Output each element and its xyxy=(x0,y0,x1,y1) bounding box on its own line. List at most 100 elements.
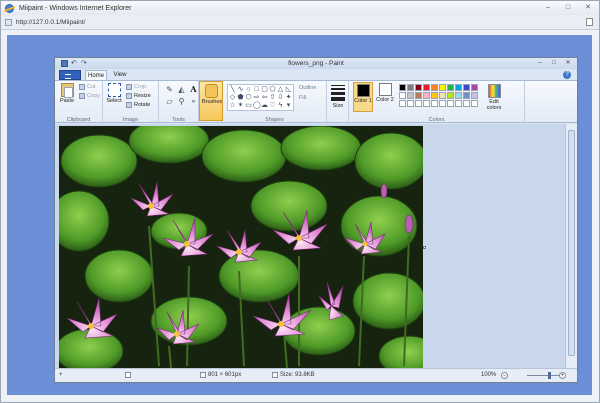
palette-swatch[interactable] xyxy=(455,92,462,99)
address-bar[interactable]: http://127.0.0.1/Miipaint/ xyxy=(1,15,599,30)
heart-shape-icon[interactable]: ♡ xyxy=(269,102,276,109)
cut-button[interactable]: Cut xyxy=(79,84,100,90)
left-arrow-shape-icon[interactable]: ⇦ xyxy=(261,94,268,101)
outline-button[interactable]: Outline xyxy=(299,85,316,91)
callout-oval-shape-icon[interactable]: ◯ xyxy=(253,102,261,109)
palette-swatch[interactable] xyxy=(471,84,478,91)
palette-swatch[interactable] xyxy=(447,100,454,107)
more-shapes-icon[interactable]: ▾ xyxy=(285,102,292,109)
line-shape-icon[interactable]: ╲ xyxy=(229,86,236,93)
tools-grid: ✎ ◭ A ▱ ⚲ ⚬ xyxy=(165,85,198,107)
palette-swatch[interactable] xyxy=(447,84,454,91)
star-four-shape-icon[interactable]: ✦ xyxy=(285,94,292,101)
paint-menu-button[interactable] xyxy=(59,70,81,80)
ie-logo-icon xyxy=(5,3,14,13)
palette-swatch[interactable] xyxy=(471,92,478,99)
triangle-shape-icon[interactable]: △ xyxy=(277,86,284,93)
palette-swatch[interactable] xyxy=(399,92,406,99)
palette-swatch[interactable] xyxy=(455,100,462,107)
lightning-shape-icon[interactable]: ϟ xyxy=(277,102,284,109)
palette-swatch[interactable] xyxy=(439,84,446,91)
star-six-shape-icon[interactable]: ✶ xyxy=(237,102,244,109)
brushes-button[interactable]: Brushes xyxy=(199,81,223,121)
palette-swatch[interactable] xyxy=(463,100,470,107)
palette-swatch[interactable] xyxy=(423,100,430,107)
palette-swatch[interactable] xyxy=(415,84,422,91)
color1-button[interactable]: Color 1 xyxy=(353,82,373,112)
close-button[interactable]: ✕ xyxy=(581,3,595,12)
callout-rect-shape-icon[interactable]: ▭ xyxy=(245,102,252,109)
fill-button[interactable]: Fill xyxy=(299,95,316,101)
canvas-area[interactable] xyxy=(55,124,565,371)
colors-group: Color 1 Color 2 Edit colors Colors xyxy=(349,81,525,124)
rectangle-shape-icon[interactable]: □ xyxy=(253,86,260,93)
palette-swatch[interactable] xyxy=(439,100,446,107)
paint-minimize-button[interactable]: – xyxy=(535,59,545,67)
page-icon[interactable] xyxy=(586,18,593,26)
edit-colors-button[interactable]: Edit colors xyxy=(483,84,505,111)
address-url[interactable]: http://127.0.0.1/Miipaint/ xyxy=(16,19,85,26)
canvas-resize-handle-right[interactable] xyxy=(423,246,426,249)
help-icon[interactable]: ? xyxy=(563,71,571,79)
hexagon-shape-icon[interactable]: ⬡ xyxy=(245,94,252,101)
copy-button[interactable]: Copy xyxy=(79,93,100,99)
rounded-rect-shape-icon[interactable]: ▢ xyxy=(261,86,268,93)
palette-swatch[interactable] xyxy=(439,92,446,99)
palette-swatch[interactable] xyxy=(423,92,430,99)
pentagon-shape-icon[interactable]: ⬟ xyxy=(237,94,244,101)
palette-swatch[interactable] xyxy=(447,92,454,99)
zoom-in-button[interactable]: + xyxy=(559,372,566,379)
text-tool-icon[interactable]: A xyxy=(189,85,198,94)
right-triangle-shape-icon[interactable]: ◺ xyxy=(285,86,292,93)
rotate-button[interactable]: Rotate xyxy=(126,102,151,108)
up-arrow-shape-icon[interactable]: ⇧ xyxy=(269,94,276,101)
vertical-scrollbar-thumb[interactable] xyxy=(568,130,575,356)
select-button[interactable]: Select xyxy=(105,83,123,104)
minimize-button[interactable]: – xyxy=(541,3,555,12)
paint-maximize-button[interactable]: □ xyxy=(549,59,559,67)
palette-swatch[interactable] xyxy=(407,100,414,107)
palette-swatch[interactable] xyxy=(407,92,414,99)
polygon-shape-icon[interactable]: ⬠ xyxy=(269,86,276,93)
palette-swatch[interactable] xyxy=(415,92,422,99)
star-five-shape-icon[interactable]: ☆ xyxy=(229,102,236,109)
right-arrow-shape-icon[interactable]: ⇨ xyxy=(253,94,260,101)
color2-button[interactable]: Color 2 xyxy=(375,82,395,112)
tab-view[interactable]: View xyxy=(110,70,130,80)
resize-button[interactable]: Resize xyxy=(126,93,151,99)
palette-swatch[interactable] xyxy=(463,84,470,91)
palette-swatch[interactable] xyxy=(399,84,406,91)
magnifier-icon[interactable]: ⚬ xyxy=(189,97,198,106)
diamond-shape-icon[interactable]: ◇ xyxy=(229,94,236,101)
tab-home[interactable]: Home xyxy=(85,70,107,80)
palette-swatch[interactable] xyxy=(399,100,406,107)
down-arrow-shape-icon[interactable]: ⇩ xyxy=(277,94,284,101)
palette-swatch[interactable] xyxy=(415,100,422,107)
zoom-slider-thumb[interactable] xyxy=(548,372,551,379)
palette-swatch[interactable] xyxy=(423,84,430,91)
cloud-shape-icon[interactable]: ☁ xyxy=(261,102,268,109)
pencil-icon[interactable]: ✎ xyxy=(165,85,174,94)
curve-shape-icon[interactable]: ∿ xyxy=(237,86,244,93)
palette-swatch[interactable] xyxy=(463,92,470,99)
zoom-out-button[interactable]: − xyxy=(501,372,508,379)
color-picker-icon[interactable]: ⚲ xyxy=(177,97,186,106)
palette-swatch[interactable] xyxy=(407,84,414,91)
crop-button[interactable]: Crop xyxy=(126,84,151,90)
paint-close-button[interactable]: ✕ xyxy=(563,59,573,67)
resize-label: Resize xyxy=(134,93,151,99)
palette-swatch[interactable] xyxy=(471,100,478,107)
maximize-button[interactable]: □ xyxy=(561,3,575,12)
palette-swatch[interactable] xyxy=(431,84,438,91)
flower-image[interactable] xyxy=(59,126,423,368)
palette-swatch[interactable] xyxy=(455,84,462,91)
palette-swatch[interactable] xyxy=(431,100,438,107)
palette-swatch[interactable] xyxy=(431,92,438,99)
zoom-slider[interactable] xyxy=(527,375,563,376)
fill-bucket-icon[interactable]: ◭ xyxy=(177,85,186,94)
size-button[interactable]: Size xyxy=(329,83,347,109)
vertical-scrollbar[interactable] xyxy=(565,124,577,368)
oval-shape-icon[interactable]: ○ xyxy=(245,86,252,93)
paste-button[interactable]: Paste xyxy=(58,83,76,104)
eraser-icon[interactable]: ▱ xyxy=(165,97,174,106)
